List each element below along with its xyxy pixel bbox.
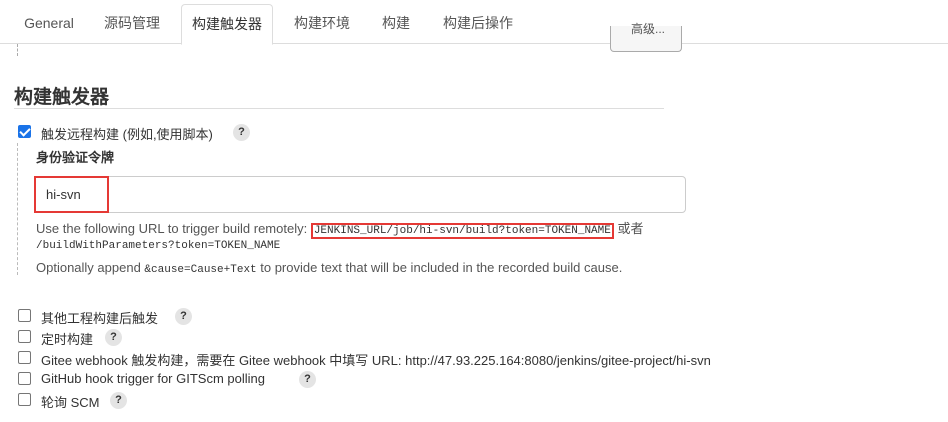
cause-code: &cause=Cause+Text [144, 264, 257, 276]
upstream-trigger-label: 其他工程构建后触发 [41, 311, 159, 326]
tab-build[interactable]: 构建 [370, 4, 422, 44]
trigger-url-help-line2: /buildWithParameters?token=TOKEN_NAME [36, 240, 281, 252]
github-hook-label: GitHub hook trigger for GITScm polling [41, 371, 265, 386]
trigger-url: JENKINS_URL/job/hi-svn/build?token=TOKEN… [310, 223, 614, 239]
config-tabs: General 源码管理 构建触发器 构建环境 构建 构建后操作 [0, 0, 948, 45]
gitee-webhook-checkbox[interactable] [18, 351, 31, 364]
help-line1-suffix: 或者 [613, 221, 644, 236]
section-title: 构建触发器 [14, 87, 110, 108]
section-divider [17, 44, 18, 56]
poll-scm-label: 轮询 SCM [41, 395, 100, 410]
auth-token-input[interactable]: hi-svn [34, 176, 686, 213]
schedule-trigger-help-icon[interactable]: ? [105, 329, 122, 346]
github-hook-help-icon[interactable]: ? [299, 371, 316, 388]
tab-source-code[interactable]: 源码管理 [92, 4, 172, 44]
trigger-url-help-line3: Optionally append &cause=Cause+Text to p… [36, 260, 622, 276]
trigger-url-help-line1: Use the following URL to trigger build r… [36, 218, 644, 239]
github-hook-checkbox[interactable] [18, 372, 31, 385]
remote-trigger-label: 触发远程构建 (例如,使用脚本) [41, 127, 213, 142]
upstream-trigger-checkbox[interactable] [18, 309, 31, 322]
section-rule [14, 108, 664, 109]
poll-scm-checkbox[interactable] [18, 393, 31, 406]
help-line3-suffix: to provide text that will be included in… [256, 260, 623, 275]
tab-build-environment[interactable]: 构建环境 [282, 4, 362, 44]
advanced-button[interactable]: 高级... [610, 22, 682, 52]
advanced-button-label: 高级... [631, 22, 666, 36]
upstream-trigger-help-icon[interactable]: ? [175, 308, 192, 325]
help-line3-prefix: Optionally append [36, 260, 145, 275]
token-label: 身份验证令牌 [36, 150, 115, 165]
gitee-webhook-label: Gitee webhook 触发构建，需要在 Gitee webhook 中填写… [41, 353, 711, 368]
help-line1-prefix: Use the following URL to trigger build r… [36, 221, 311, 236]
schedule-trigger-label: 定时构建 [41, 332, 94, 347]
schedule-trigger-checkbox[interactable] [18, 330, 31, 343]
poll-scm-help-icon[interactable]: ? [110, 392, 127, 409]
remote-trigger-help-icon[interactable]: ? [233, 124, 250, 141]
remote-trigger-checkbox[interactable] [18, 125, 31, 138]
tab-build-triggers[interactable]: 构建触发器 [181, 4, 273, 45]
tab-general[interactable]: General [12, 4, 86, 44]
tab-post-build[interactable]: 构建后操作 [430, 4, 526, 44]
nested-options-border [17, 143, 18, 275]
